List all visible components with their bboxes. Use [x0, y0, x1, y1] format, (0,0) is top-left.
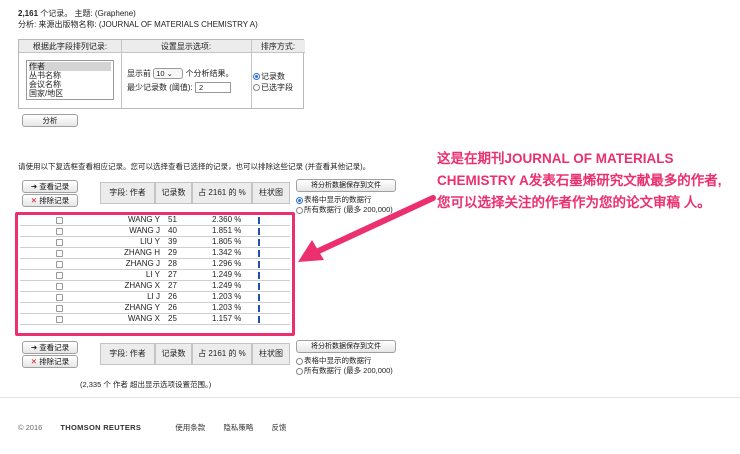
field-option-author[interactable]: 作者 [29, 62, 111, 71]
save-all-label-bottom: 所有数据行 (最多 200,000) [304, 366, 393, 375]
exclude-records-button-top[interactable]: ✕ 排除记录 [22, 194, 78, 207]
display-options-header: 设置显示选项: [121, 40, 251, 53]
field-author-header: 字段: 作者 [100, 182, 155, 204]
close-icon: ✕ [30, 196, 38, 205]
field-listbox[interactable]: 作者 丛书名称 会议名称 国家/地区 [26, 60, 114, 100]
sort-count-radio[interactable] [253, 73, 260, 81]
percent-header-bottom: 占 2161 的 % [192, 343, 252, 365]
min-threshold-label: 最少记录数 (阈值): [127, 83, 193, 92]
field-author-header-bottom: 字段: 作者 [100, 343, 155, 365]
analysis-source: 分析: 来源出版物名称: (JOURNAL OF MATERIALS CHEMI… [18, 20, 258, 29]
brand-logo: THOMSON REUTERS [60, 423, 142, 432]
show-suffix: 个分析结果。 [185, 69, 234, 78]
annotation-arrow [298, 195, 436, 262]
view-records-label: 查看记录 [39, 182, 70, 191]
save-to-file-button-bottom[interactable]: 将分析数据保存到文件 [296, 340, 396, 353]
percent-header: 占 2161 的 % [192, 182, 252, 204]
copyright-year: © 2016 [18, 423, 43, 432]
show-count-select[interactable]: 10 ⌄ [153, 68, 184, 80]
exclude-records-button-bottom[interactable]: ✕ 排除记录 [22, 355, 78, 368]
save-displayed-radio-bottom[interactable] [296, 357, 303, 365]
count-header: 记录数 [155, 182, 192, 204]
sort-field-label: 已选字段 [261, 83, 293, 92]
field-option-series[interactable]: 丛书名称 [29, 71, 111, 80]
view-records-button-bottom[interactable]: ➔ 查看记录 [22, 341, 78, 354]
privacy-link[interactable]: 隐私策略 [223, 423, 253, 432]
close-icon: ✕ [30, 357, 38, 366]
min-threshold-input[interactable]: 2 [195, 82, 232, 94]
view-records-button-top[interactable]: ➔ 查看记录 [22, 180, 78, 193]
view-records-label-bottom: 查看记录 [39, 343, 70, 352]
sort-by-count-option[interactable]: 记录数 [253, 71, 285, 82]
rank-field-header: 根据此字段排列记录: [19, 40, 121, 53]
show-top-row: 显示前 10 ⌄ 个分析结果。 [127, 68, 234, 80]
records-topic: 个记录。 主题: (Graphene) [40, 9, 136, 18]
highlight-box [15, 212, 295, 336]
analysis-options-panel: 根据此字段排列记录: 设置显示选项: 排序方式: 作者 丛书名称 会议名称 国家… [18, 39, 305, 109]
analyze-button[interactable]: 分析 [22, 114, 78, 127]
copyright: © 2016 THOMSON REUTERS [18, 423, 157, 432]
save-displayed-label-bottom: 表格中显示的数据行 [304, 356, 372, 365]
instructions-text: 请使用以下复选框查看相应记录。您可以选择查看已选择的记录，也可以排除这些记录 (… [18, 162, 371, 171]
min-threshold-row: 最少记录数 (阈值): 2 [127, 82, 232, 94]
field-option-country[interactable]: 国家/地区 [29, 89, 111, 98]
exclude-records-label-bottom: 排除记录 [39, 357, 70, 366]
bar-chart-header-bottom: 柱状图 [252, 343, 290, 365]
terms-link[interactable]: 使用条款 [175, 423, 205, 432]
overflow-note: (2,335 个 作者 超出显示选项设置范围。) [80, 380, 212, 389]
record-count: 2,161 [18, 9, 39, 18]
bar-chart-header: 柱状图 [252, 182, 290, 204]
annotation-text: 这是在期刊JOURNAL OF MATERIALS CHEMISTRY A发表石… [437, 151, 722, 210]
exclude-records-label: 排除记录 [39, 196, 70, 205]
sort-by-header: 排序方式: [251, 40, 305, 53]
footer-divider [0, 397, 740, 398]
save-all-radio-bottom[interactable] [296, 367, 303, 375]
results-summary: 2,161 个记录。 主题: (Graphene) 分析: 来源出版物名称: (… [18, 8, 258, 30]
sort-by-field-option[interactable]: 已选字段 [253, 82, 293, 93]
save-option-all-bottom[interactable]: 所有数据行 (最多 200,000) [296, 365, 393, 376]
feedback-link[interactable]: 反馈 [271, 423, 286, 432]
sort-count-label: 记录数 [261, 72, 285, 81]
sort-field-radio[interactable] [253, 84, 260, 92]
field-option-conference[interactable]: 会议名称 [29, 80, 111, 89]
count-header-bottom: 记录数 [155, 343, 192, 365]
show-prefix: 显示前 [127, 69, 151, 78]
footer: © 2016 THOMSON REUTERS 使用条款 隐私策略 反馈 [18, 422, 302, 433]
